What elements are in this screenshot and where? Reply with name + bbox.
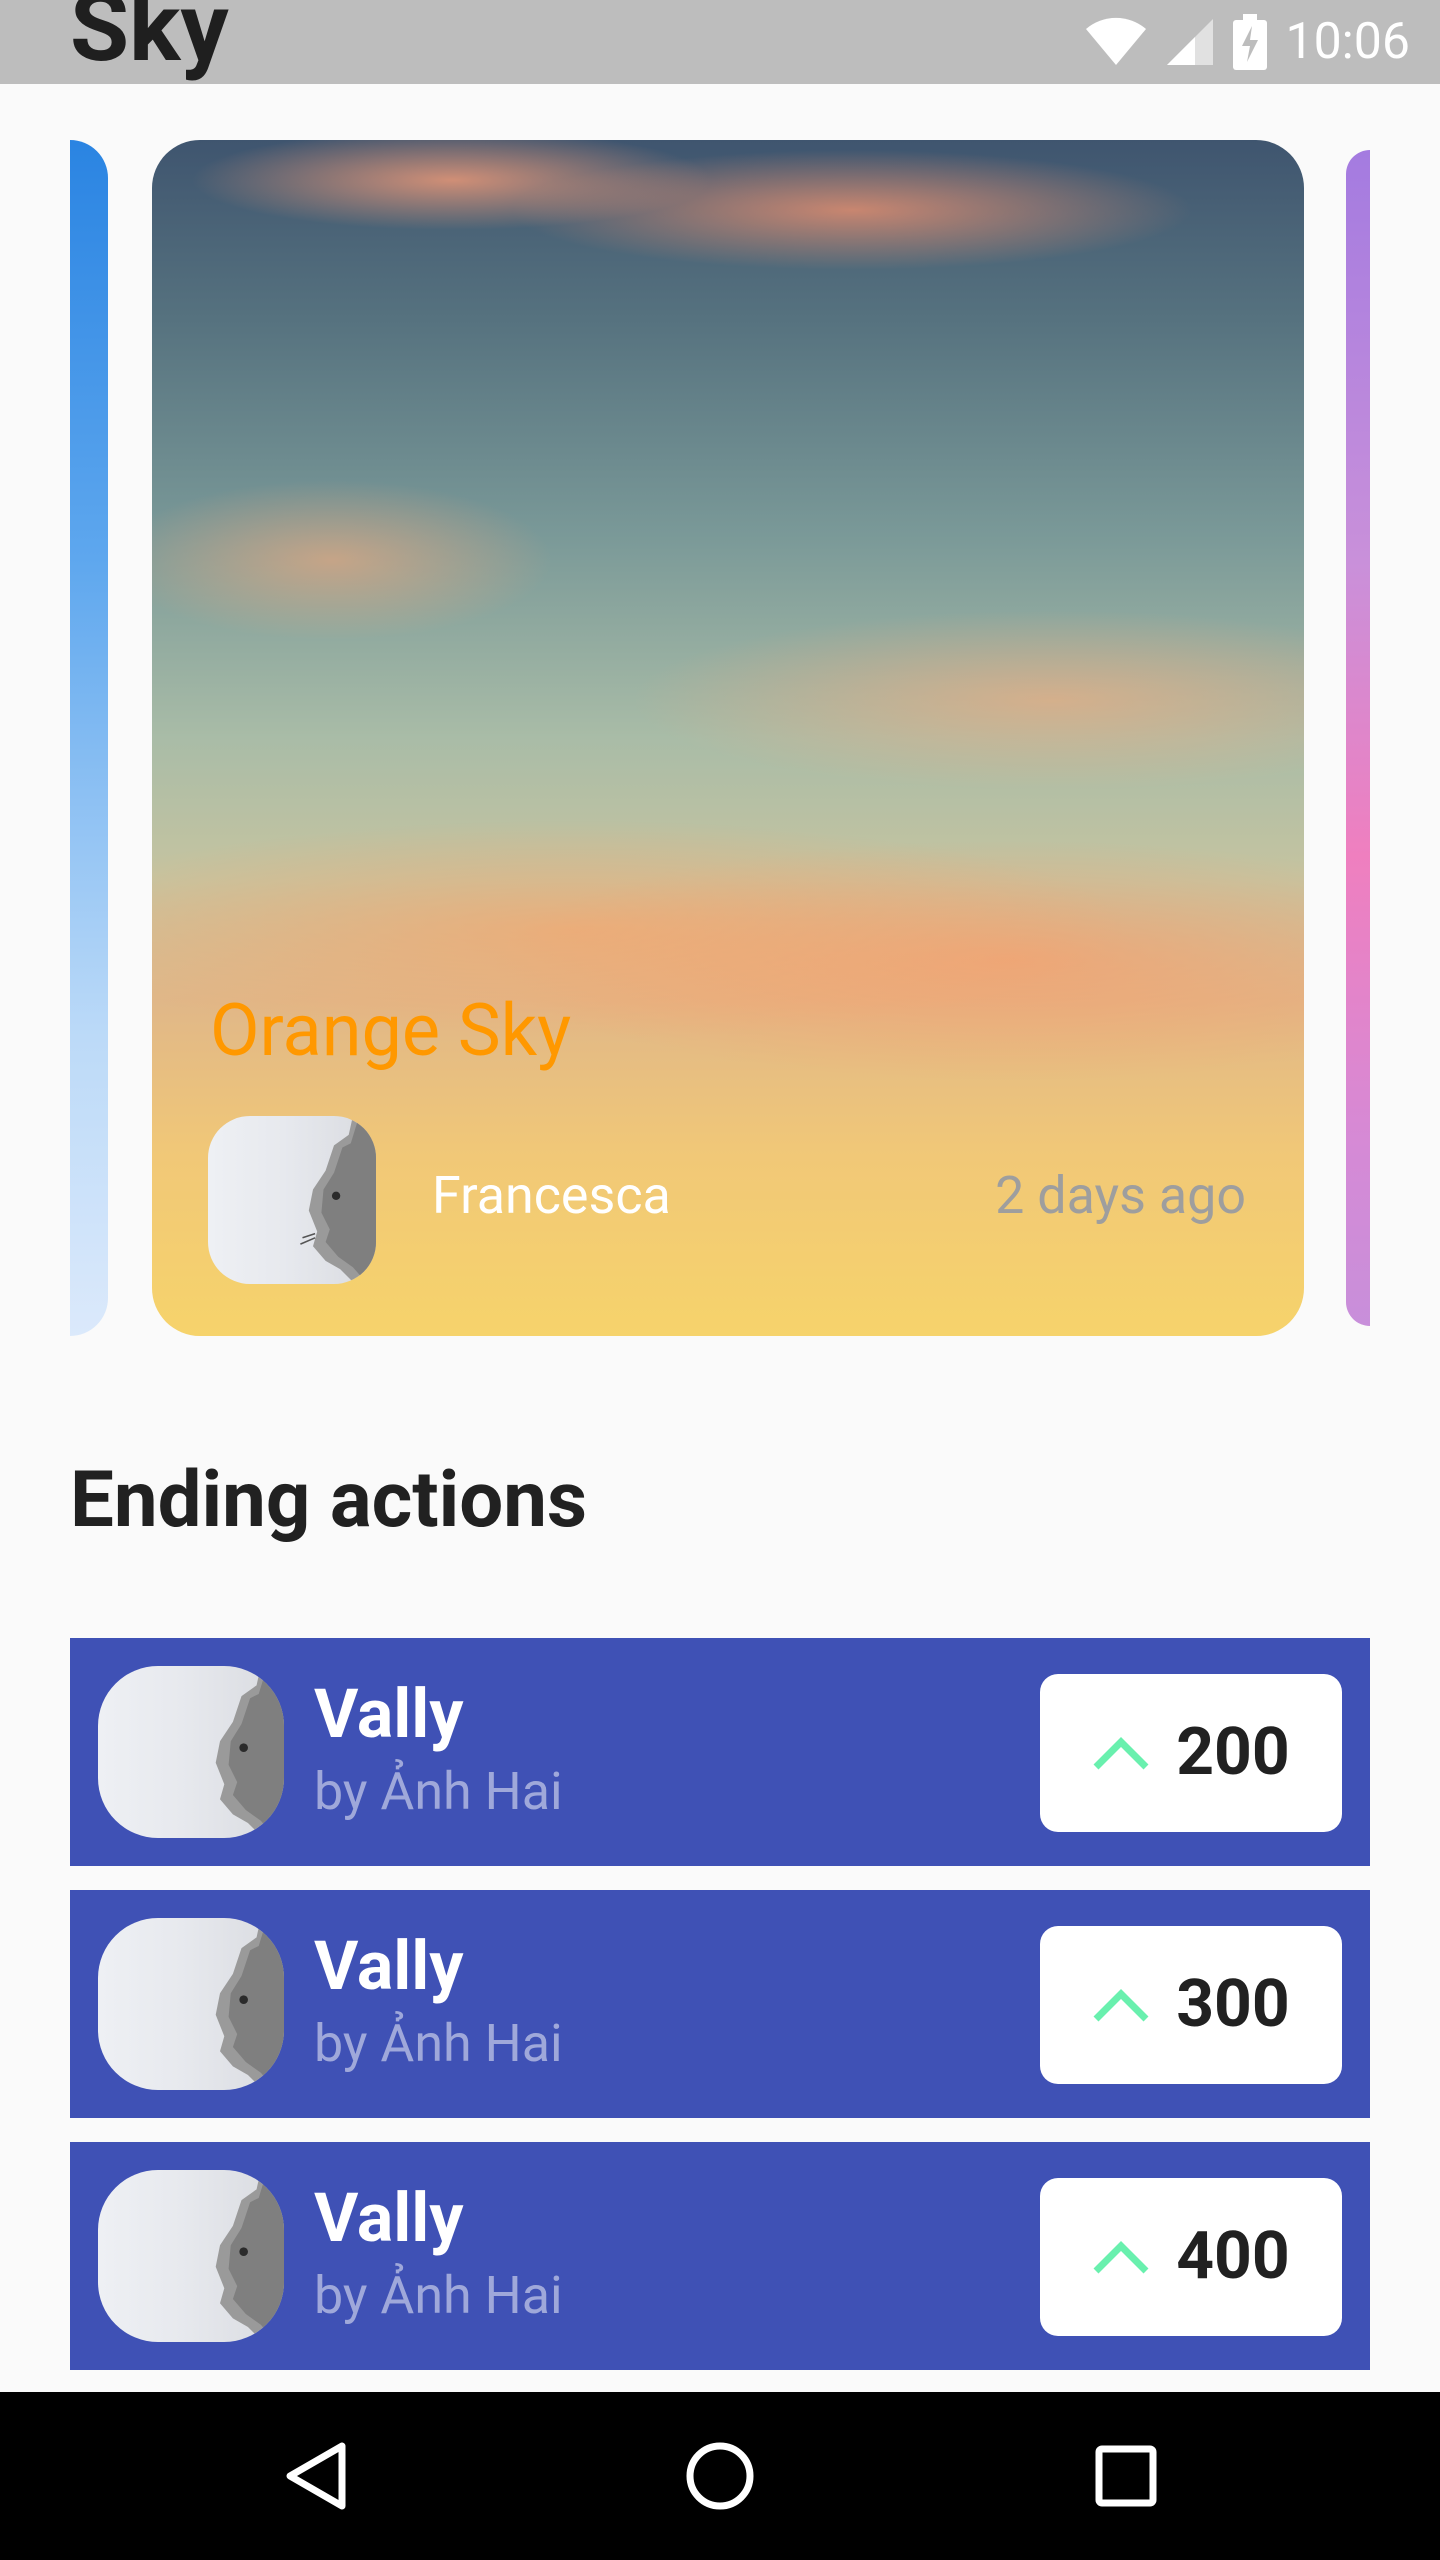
cat-icon	[215, 1666, 284, 1838]
status-icons: 10:06	[1085, 0, 1410, 84]
home-circle-icon	[686, 2442, 754, 2510]
upvote-button[interactable]: 400	[1040, 2178, 1342, 2336]
cat-icon	[215, 1918, 284, 2090]
chevron-up-icon	[1092, 2239, 1150, 2275]
signal-icon	[1165, 17, 1215, 67]
navigation-bar	[0, 2392, 1440, 2560]
bid-value: 300	[1176, 1966, 1290, 2043]
bid-value: 400	[1176, 2218, 1290, 2295]
upvote-button[interactable]: 200	[1040, 1674, 1342, 1832]
item-name: Vally	[314, 2178, 464, 2258]
recents-button[interactable]	[1086, 2436, 1166, 2516]
home-button[interactable]	[680, 2436, 760, 2516]
page-title: Sky	[70, 0, 229, 84]
featured-card-title: Orange Sky	[210, 988, 572, 1073]
chevron-up-icon	[1092, 1987, 1150, 2023]
wifi-icon	[1085, 17, 1147, 67]
list-item[interactable]: Vally by Ảnh Hai 200	[70, 1638, 1370, 1866]
featured-card-author: Francesca	[432, 1165, 671, 1226]
item-author: by Ảnh Hai	[314, 1761, 563, 1822]
list-item[interactable]: Vally by Ảnh Hai 400	[70, 2142, 1370, 2370]
avatar	[98, 2170, 284, 2342]
item-name: Vally	[314, 1926, 464, 2006]
bid-value: 200	[1176, 1714, 1290, 1791]
cat-icon	[215, 2170, 284, 2342]
list-item[interactable]: Vally by Ảnh Hai 300	[70, 1890, 1370, 2118]
cat-icon	[300, 1116, 376, 1284]
battery-charging-icon	[1233, 14, 1268, 70]
avatar	[98, 1666, 284, 1838]
previous-card-peek[interactable]	[70, 140, 108, 1336]
featured-carousel[interactable]: Orange Sky Francesca 2 days ago	[0, 140, 1440, 1340]
avatar	[98, 1918, 284, 2090]
next-card-peek[interactable]	[1346, 150, 1370, 1326]
avatar[interactable]	[208, 1116, 376, 1284]
upvote-button[interactable]: 300	[1040, 1926, 1342, 2084]
back-triangle-icon	[286, 2442, 346, 2510]
recents-square-icon	[1095, 2445, 1157, 2507]
item-name: Vally	[314, 1674, 464, 1754]
status-time: 10:06	[1285, 13, 1410, 71]
featured-card[interactable]: Orange Sky Francesca 2 days ago	[152, 140, 1304, 1336]
featured-card-time: 2 days ago	[995, 1165, 1246, 1226]
back-button[interactable]	[276, 2436, 356, 2516]
section-title: Ending actions	[70, 1455, 588, 1546]
item-author: by Ảnh Hai	[314, 2265, 563, 2326]
chevron-up-icon	[1092, 1735, 1150, 1771]
item-author: by Ảnh Hai	[314, 2013, 563, 2074]
